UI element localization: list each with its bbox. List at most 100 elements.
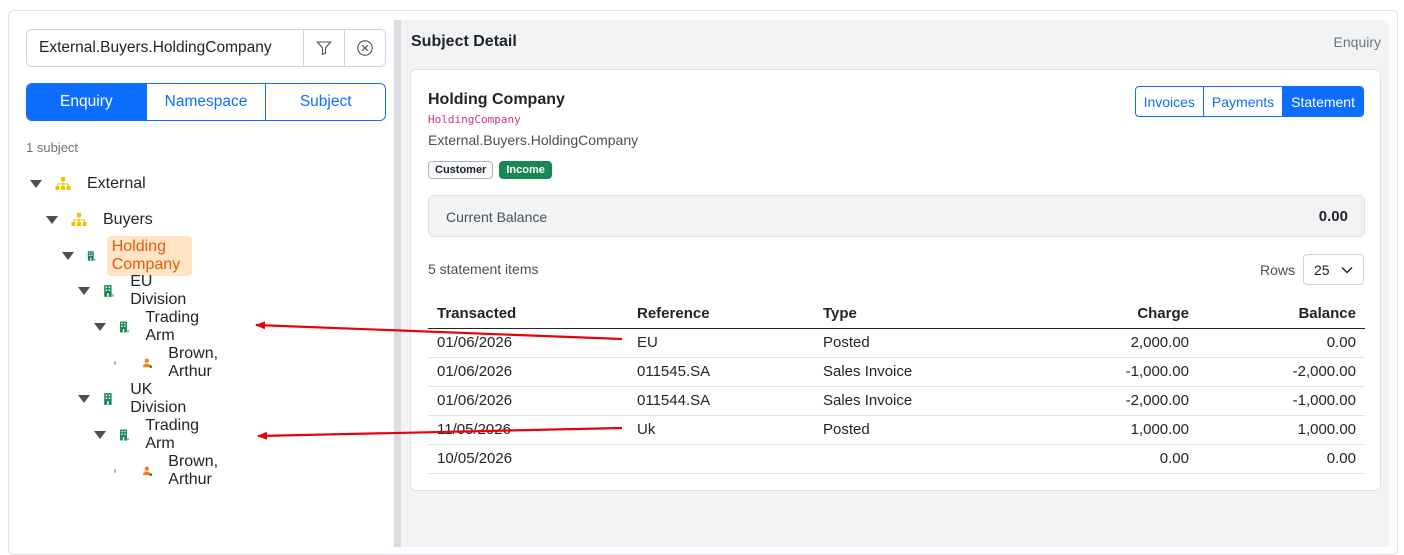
namespace-icon bbox=[55, 177, 71, 190]
cell-charge: 1,000.00 bbox=[1024, 415, 1198, 445]
col-charge[interactable]: Charge bbox=[1024, 300, 1198, 329]
customer-badge: Customer bbox=[428, 161, 494, 179]
building-icon bbox=[87, 251, 96, 261]
cell-transacted: 11/05/2026 bbox=[428, 415, 628, 445]
building-icon bbox=[104, 393, 112, 405]
filter-button[interactable] bbox=[303, 30, 344, 66]
tree-label: UK Division bbox=[130, 381, 187, 416]
tab-statement[interactable]: Statement bbox=[1282, 87, 1363, 116]
cell-balance: 0.00 bbox=[1198, 328, 1365, 358]
tab-namespace[interactable]: Namespace bbox=[145, 84, 266, 120]
subject-detail-panel: Subject Detail Enquiry Holding Company H… bbox=[401, 20, 1389, 547]
clear-button[interactable] bbox=[344, 30, 385, 66]
caret-down-icon[interactable] bbox=[30, 180, 42, 188]
building-icon bbox=[104, 285, 115, 297]
rows-select[interactable]: 25 bbox=[1303, 254, 1364, 285]
cell-type: Sales Invoice bbox=[814, 357, 1024, 387]
tree-label: Trading Arm bbox=[145, 417, 199, 452]
cell-type: Posted bbox=[814, 328, 1024, 358]
balance-label: Current Balance bbox=[446, 209, 548, 225]
col-reference[interactable]: Reference bbox=[628, 300, 814, 329]
caret-down-icon[interactable] bbox=[94, 431, 106, 439]
cell-charge: -1,000.00 bbox=[1024, 357, 1198, 387]
table-row[interactable]: 10/05/2026 0.00 0.00 bbox=[428, 444, 1365, 474]
tab-payments[interactable]: Payments bbox=[1202, 87, 1282, 116]
cell-balance: 1,000.00 bbox=[1198, 415, 1365, 445]
tree-node-uk-trading-arm[interactable]: Trading Arm bbox=[94, 417, 205, 452]
income-badge: Income bbox=[499, 161, 552, 179]
table-row[interactable]: 01/06/2026 011545.SA Sales Invoice -1,00… bbox=[428, 357, 1365, 387]
building-icon bbox=[120, 429, 130, 441]
cell-transacted: 01/06/2026 bbox=[428, 386, 628, 416]
leaf-dot-icon bbox=[114, 361, 117, 365]
tree-label: Brown, Arthur bbox=[168, 345, 219, 380]
rows-label: Rows bbox=[1259, 261, 1295, 278]
caret-down-icon[interactable] bbox=[78, 287, 90, 295]
table-row[interactable]: 01/06/2026 011544.SA Sales Invoice -2,00… bbox=[428, 386, 1365, 416]
tree-label-selected: Holding Company bbox=[106, 236, 193, 276]
chevron-down-icon bbox=[1341, 266, 1353, 274]
cell-type: Posted bbox=[814, 415, 1024, 445]
subject-tree-panel: Enquiry Namespace Subject 1 subject Exte… bbox=[18, 20, 394, 547]
search-bar bbox=[26, 29, 386, 67]
cell-charge: -2,000.00 bbox=[1024, 386, 1198, 416]
caret-down-icon[interactable] bbox=[78, 395, 90, 403]
cell-charge: 2,000.00 bbox=[1024, 328, 1198, 358]
rows-value: 25 bbox=[1314, 261, 1330, 278]
col-transacted[interactable]: Transacted bbox=[428, 300, 628, 329]
tree-node-uk-division[interactable]: UK Division bbox=[78, 381, 191, 416]
tree-node-holding-company[interactable]: Holding Company bbox=[62, 236, 193, 276]
search-input[interactable] bbox=[27, 30, 303, 66]
statement-item-count: 5 statement items bbox=[428, 261, 539, 277]
tab-enquiry[interactable]: Enquiry bbox=[27, 84, 146, 120]
col-type[interactable]: Type bbox=[814, 300, 1024, 329]
statement-table: Transacted Reference Type Charge Balance… bbox=[428, 300, 1365, 474]
cell-charge: 0.00 bbox=[1024, 444, 1198, 474]
cell-balance: 0.00 bbox=[1198, 444, 1365, 474]
building-icon bbox=[120, 321, 130, 333]
subject-path: External.Buyers.HoldingCompany bbox=[428, 132, 639, 148]
table-row[interactable]: 11/05/2026 Uk Posted 1,000.00 1,000.00 bbox=[428, 415, 1365, 445]
cell-reference bbox=[628, 444, 814, 474]
badge-list: Customer Income bbox=[428, 161, 552, 179]
subject-count: 1 subject bbox=[26, 140, 79, 155]
tree-node-buyers[interactable]: Buyers bbox=[46, 207, 153, 233]
panel-title: Subject Detail bbox=[411, 33, 517, 50]
cell-transacted: 01/06/2026 bbox=[428, 357, 628, 387]
table-header-row: Transacted Reference Type Charge Balance bbox=[428, 300, 1365, 329]
tree-node-eu-division[interactable]: EU Division bbox=[78, 273, 191, 308]
cell-transacted: 01/06/2026 bbox=[428, 328, 628, 358]
cell-reference: EU bbox=[628, 328, 814, 358]
cell-reference: 011545.SA bbox=[628, 357, 814, 387]
tree-node-uk-person[interactable]: Brown, Arthur bbox=[110, 453, 227, 488]
subject-name: Holding Company bbox=[428, 91, 565, 108]
tab-subject[interactable]: Subject bbox=[265, 84, 385, 120]
rows-selector: Rows 25 bbox=[1260, 254, 1364, 285]
leaf-dot-icon bbox=[114, 469, 117, 473]
caret-down-icon[interactable] bbox=[94, 323, 106, 331]
cell-balance: -1,000.00 bbox=[1198, 386, 1365, 416]
panel-splitter[interactable] bbox=[394, 20, 401, 547]
person-icon bbox=[143, 466, 153, 476]
balance-value: 0.00 bbox=[1318, 208, 1348, 225]
tree-node-eu-trading-arm[interactable]: Trading Arm bbox=[94, 309, 205, 344]
caret-down-icon[interactable] bbox=[62, 252, 74, 260]
tab-invoices[interactable]: Invoices bbox=[1136, 87, 1203, 116]
cell-type: Sales Invoice bbox=[814, 386, 1024, 416]
cell-reference: 011544.SA bbox=[628, 386, 814, 416]
tree-node-eu-person[interactable]: Brown, Arthur bbox=[110, 345, 227, 380]
col-balance[interactable]: Balance bbox=[1198, 300, 1365, 329]
tree-label: External bbox=[87, 175, 146, 192]
cell-type bbox=[814, 444, 1024, 474]
tree-label: Buyers bbox=[103, 211, 153, 228]
detail-tabs: Invoices Payments Statement bbox=[1134, 86, 1364, 117]
subject-card: Holding Company HoldingCompany External.… bbox=[410, 69, 1381, 491]
table-row[interactable]: 01/06/2026 EU Posted 2,000.00 0.00 bbox=[428, 328, 1365, 358]
cell-reference: Uk bbox=[628, 415, 814, 445]
cell-transacted: 10/05/2026 bbox=[428, 444, 628, 474]
panel-mode: Enquiry bbox=[1333, 34, 1381, 50]
tree-node-external[interactable]: External bbox=[30, 171, 146, 197]
tree-label: Trading Arm bbox=[145, 309, 199, 344]
filter-icon bbox=[316, 41, 332, 56]
caret-down-icon[interactable] bbox=[46, 216, 58, 224]
